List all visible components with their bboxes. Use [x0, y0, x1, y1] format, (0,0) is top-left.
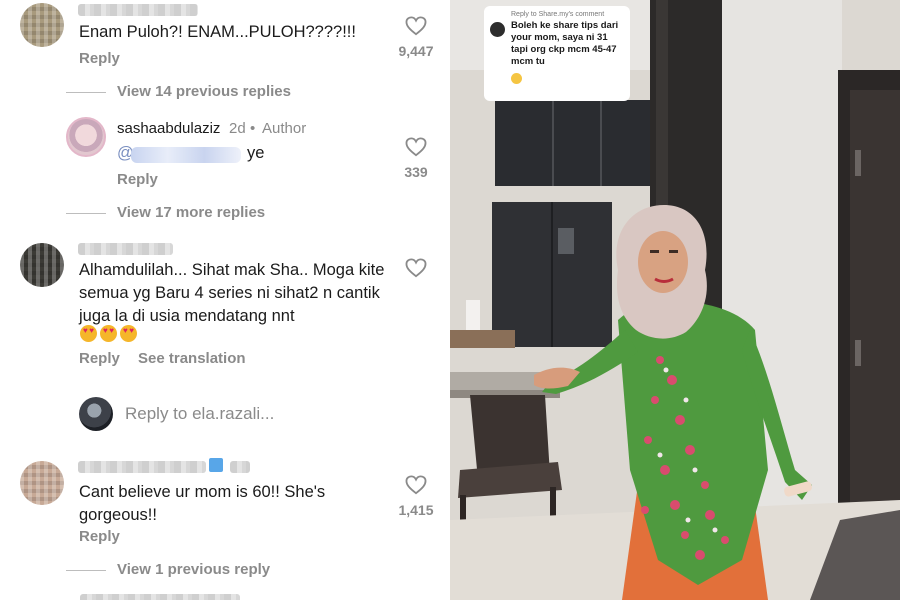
- emoji-sweat-smile-icon: [511, 73, 522, 84]
- avatar: [490, 22, 505, 37]
- bubble-text: Boleh ke share tips dari your mom, saya …: [511, 20, 619, 67]
- view-previous-replies[interactable]: View 14 previous replies: [66, 83, 291, 100]
- reply-button[interactable]: Reply: [79, 50, 120, 67]
- reply-comment-bubble: Reply to Share.my's comment Boleh ke sha…: [484, 6, 630, 101]
- emoji-heart-eyes-icon: [80, 325, 97, 342]
- username-obscured: [78, 4, 198, 16]
- username-obscured: [78, 461, 206, 473]
- heart-icon[interactable]: [405, 16, 427, 36]
- emoji-heart-eyes-icon: [120, 325, 137, 342]
- view-previous-replies[interactable]: View 1 previous reply: [65, 561, 270, 578]
- username-obscured: [80, 594, 240, 600]
- comment-age: 2d: [229, 120, 246, 137]
- comment-text: Cant believe ur mom is 60!! She's gorgeo…: [79, 483, 326, 524]
- like-count: 339: [404, 164, 428, 180]
- mention-obscured: [131, 147, 241, 163]
- comment-text: Alhamdulilah... Sihat mak Sha.. Moga kit…: [79, 261, 385, 325]
- heart-icon[interactable]: [405, 475, 427, 495]
- avatar: [79, 397, 113, 431]
- video-frame[interactable]: Reply to Share.my's comment Boleh ke sha…: [450, 0, 900, 600]
- reply-button[interactable]: Reply: [117, 171, 158, 188]
- comment-text: ye: [247, 144, 265, 162]
- reply-button[interactable]: Reply: [79, 350, 120, 367]
- avatar[interactable]: [20, 461, 64, 505]
- avatar[interactable]: [20, 3, 64, 47]
- heart-icon[interactable]: [405, 137, 427, 157]
- see-translation-button[interactable]: See translation: [138, 350, 246, 367]
- comments-panel: Enam Puloh?! ENAM...PULOH????!!! Reply 9…: [0, 0, 450, 600]
- heart-icon[interactable]: [405, 258, 427, 278]
- reply-input[interactable]: Reply to ela.razali...: [125, 404, 274, 424]
- username-obscured: [78, 243, 173, 255]
- verified-badge-obscured: [209, 458, 223, 472]
- comment-text: Enam Puloh?! ENAM...PULOH????!!!: [79, 23, 356, 41]
- reply-button[interactable]: Reply: [79, 528, 120, 545]
- view-more-replies[interactable]: View 17 more replies: [65, 204, 265, 221]
- bubble-header: Reply to Share.my's comment: [511, 11, 605, 18]
- author-badge: Author: [262, 120, 307, 137]
- avatar[interactable]: [66, 117, 106, 157]
- comment-username[interactable]: sashaabdulaziz: [117, 120, 220, 137]
- like-count: 9,447: [398, 43, 434, 59]
- username-obscured: [230, 461, 250, 473]
- emoji-row: [80, 325, 140, 344]
- avatar[interactable]: [20, 243, 64, 287]
- separator-dot: •: [250, 120, 256, 137]
- like-count: 1,415: [398, 502, 434, 518]
- emoji-heart-eyes-icon: [100, 325, 117, 342]
